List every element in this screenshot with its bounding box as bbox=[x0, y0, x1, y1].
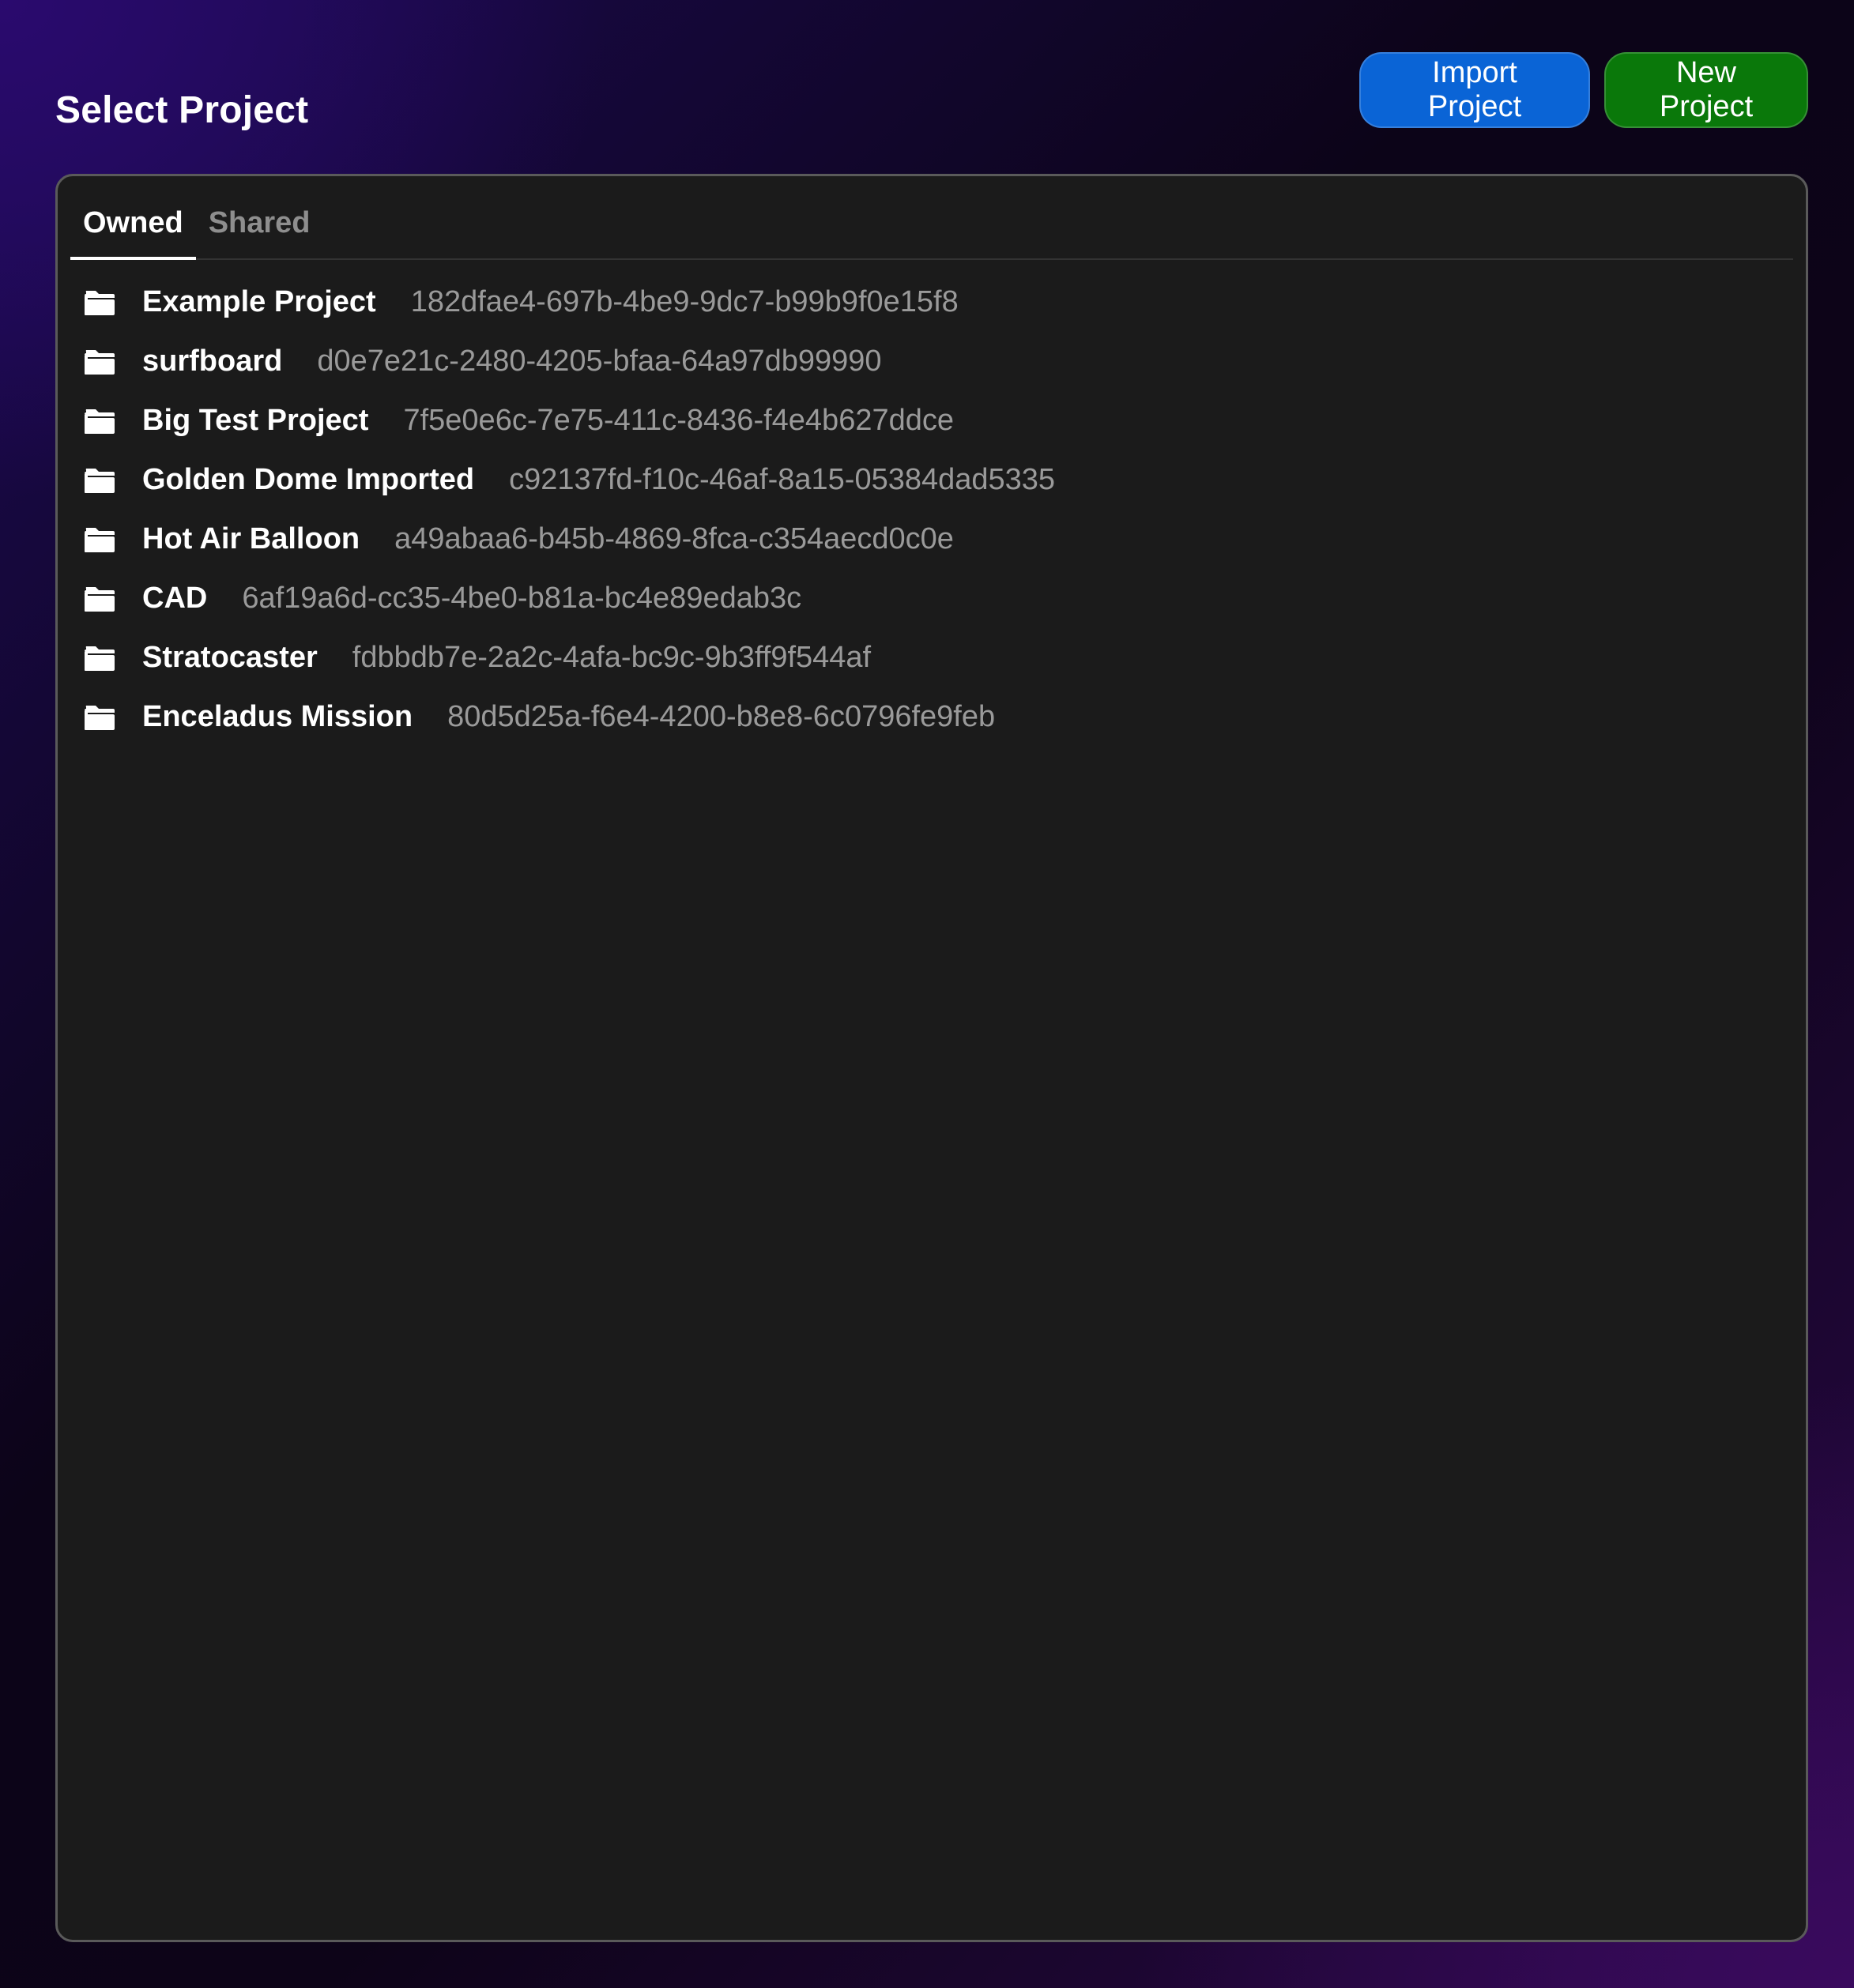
project-row[interactable]: Big Test Project 7f5e0e6c-7e75-411c-8436… bbox=[83, 391, 1781, 450]
project-id: c92137fd-f10c-46af-8a15-05384dad5335 bbox=[509, 463, 1056, 496]
folder-icon bbox=[83, 525, 116, 554]
project-id: fdbbdb7e-2a2c-4afa-bc9c-9b3ff9f544af bbox=[352, 641, 872, 674]
project-id: d0e7e21c-2480-4205-bfaa-64a97db99990 bbox=[317, 345, 882, 378]
project-list: Example Project 182dfae4-697b-4be9-9dc7-… bbox=[83, 273, 1781, 747]
project-name: Hot Air Balloon bbox=[142, 522, 360, 555]
project-id: a49abaa6-b45b-4869-8fca-c354aecd0c0e bbox=[394, 522, 954, 555]
project-id: 6af19a6d-cc35-4be0-b81a-bc4e89edab3c bbox=[242, 582, 802, 615]
tab-shared[interactable]: Shared bbox=[196, 208, 323, 258]
project-name: Big Test Project bbox=[142, 404, 369, 437]
project-row[interactable]: Example Project 182dfae4-697b-4be9-9dc7-… bbox=[83, 273, 1781, 332]
project-id: 80d5d25a-f6e4-4200-b8e8-6c0796fe9feb bbox=[447, 700, 996, 733]
folder-icon bbox=[83, 703, 116, 732]
project-id: 182dfae4-697b-4be9-9dc7-b99b9f0e15f8 bbox=[410, 285, 959, 318]
folder-icon bbox=[83, 644, 116, 672]
folder-icon bbox=[83, 348, 116, 376]
project-row[interactable]: Stratocaster fdbbdb7e-2a2c-4afa-bc9c-9b3… bbox=[83, 628, 1781, 687]
project-row[interactable]: CAD 6af19a6d-cc35-4be0-b81a-bc4e89edab3c bbox=[83, 569, 1781, 628]
project-row[interactable]: surfboard d0e7e21c-2480-4205-bfaa-64a97d… bbox=[83, 332, 1781, 391]
project-id: 7f5e0e6c-7e75-411c-8436-f4e4b627ddce bbox=[403, 404, 954, 437]
project-name: Stratocaster bbox=[142, 641, 318, 674]
page-title: Select Project bbox=[55, 89, 309, 131]
project-panel: Owned Shared Example Project 182dfae4-69… bbox=[55, 174, 1808, 1942]
folder-icon bbox=[83, 288, 116, 317]
project-row[interactable]: Hot Air Balloon a49abaa6-b45b-4869-8fca-… bbox=[83, 510, 1781, 569]
project-row[interactable]: Enceladus Mission 80d5d25a-f6e4-4200-b8e… bbox=[83, 687, 1781, 747]
folder-icon bbox=[83, 407, 116, 435]
folder-icon bbox=[83, 466, 116, 495]
tab-bar: Owned Shared bbox=[70, 176, 1793, 260]
import-project-button[interactable]: Import Project bbox=[1359, 52, 1590, 128]
project-name: CAD bbox=[142, 582, 208, 615]
folder-icon bbox=[83, 585, 116, 613]
new-project-button[interactable]: New Project bbox=[1604, 52, 1808, 128]
project-name: surfboard bbox=[142, 345, 283, 378]
project-name: Golden Dome Imported bbox=[142, 463, 475, 496]
project-row[interactable]: Golden Dome Imported c92137fd-f10c-46af-… bbox=[83, 450, 1781, 510]
header-actions: Import Project New Project bbox=[1359, 52, 1808, 128]
project-name: Example Project bbox=[142, 285, 376, 318]
tab-owned[interactable]: Owned bbox=[70, 208, 196, 260]
project-name: Enceladus Mission bbox=[142, 700, 413, 733]
